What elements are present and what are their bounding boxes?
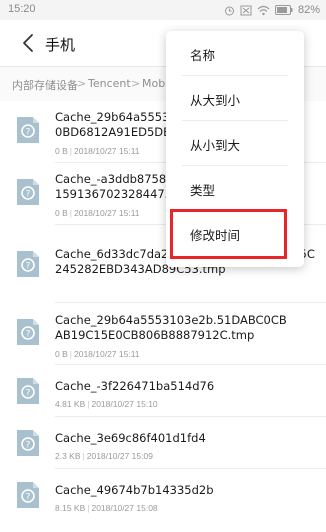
sort-option-size-asc[interactable]: 从小到大 <box>166 121 304 165</box>
alarm-icon <box>224 6 234 15</box>
svg-text:?: ? <box>26 441 31 451</box>
file-size: 0 B <box>55 146 68 156</box>
back-button[interactable] <box>18 31 40 55</box>
file-size: 2.3 KB <box>55 451 81 461</box>
back-arrow-icon <box>23 34 33 52</box>
status-icons: 82% <box>224 2 320 18</box>
meta-separator: | <box>69 349 72 359</box>
meta-separator: | <box>69 146 72 156</box>
file-meta: 4.81 KB | 2018/10/27 15:10 <box>55 399 158 409</box>
svg-text:?: ? <box>26 389 31 399</box>
sort-option-type[interactable]: 类型 <box>166 166 304 210</box>
sort-option-label: 名称 <box>190 48 216 63</box>
file-date: 2018/10/27 15:11 <box>73 349 140 359</box>
sort-option-size-desc[interactable]: 从大到小 <box>166 76 304 120</box>
sort-option-label: 修改时间 <box>190 228 241 243</box>
meta-separator: | <box>82 451 85 461</box>
sort-option-label: 类型 <box>190 183 216 198</box>
file-date: 2018/10/27 15:08 <box>91 503 158 513</box>
sort-option-modified-time[interactable]: 修改时间 <box>166 211 304 255</box>
status-bar: 15:20 82% <box>0 0 326 20</box>
svg-text:?: ? <box>26 493 31 503</box>
sort-option-label: 从小到大 <box>190 138 241 153</box>
page-title: 手机 <box>45 36 76 54</box>
svg-text:?: ? <box>26 128 31 138</box>
file-meta: 8.15 KB | 2018/10/27 15:08 <box>55 503 158 513</box>
status-time: 15:20 <box>8 3 36 15</box>
unknown-file-icon: ? <box>17 117 39 143</box>
sort-option-label: 从大到小 <box>190 93 241 108</box>
file-meta: 2.3 KB | 2018/10/27 15:09 <box>55 451 153 461</box>
file-size: 0 B <box>55 208 68 218</box>
unknown-file-icon: ? <box>17 251 39 277</box>
unknown-file-icon: ? <box>17 179 39 205</box>
unknown-file-icon: ? <box>17 430 39 456</box>
file-name: Cache_3e69c86f401d1fd4 <box>55 431 206 445</box>
unknown-file-icon: ? <box>17 319 39 345</box>
signal-off-icon <box>240 5 252 15</box>
file-row[interactable]: ? Cache_-3f226471ba514d76 4.81 KB | 2018/1… <box>0 365 326 417</box>
file-size: 4.81 KB <box>55 399 86 409</box>
file-row[interactable]: ? Cache_3e69c86f401d1fd4 2.3 KB | 2018/10/… <box>0 417 326 469</box>
svg-text:?: ? <box>26 190 31 200</box>
file-row[interactable]: ? Cache_29b64a5553103e2b.51DABC0CB AB19C… <box>0 303 326 365</box>
unknown-file-icon: ? <box>17 482 39 508</box>
unknown-file-icon: ? <box>17 378 39 404</box>
file-date: 2018/10/27 15:11 <box>73 208 140 218</box>
file-name: Cache_-3f226471ba514d76 <box>55 379 215 393</box>
battery-icon <box>274 5 293 15</box>
file-date: 2018/10/27 15:09 <box>86 451 153 461</box>
file-meta: 0 B | 2018/10/27 15:11 <box>55 208 140 218</box>
file-date: 2018/10/27 15:11 <box>73 146 140 156</box>
file-row[interactable]: ? Cache_49674b7b14335d2b 8.15 KB | 2018/10… <box>0 469 326 521</box>
wifi-icon <box>257 5 270 15</box>
file-meta: 0 B | 2018/10/27 15:11 <box>55 146 140 156</box>
file-name: Cache_49674b7b14335d2b <box>55 483 214 497</box>
file-size: 8.15 KB <box>55 503 86 513</box>
sort-option-name[interactable]: 名称 <box>166 31 304 75</box>
svg-text:?: ? <box>26 330 31 340</box>
battery-percent: 82% <box>297 4 320 16</box>
meta-separator: | <box>87 399 90 409</box>
file-date: 2018/10/27 15:10 <box>91 399 158 409</box>
breadcrumb-separator: > <box>77 77 87 90</box>
sort-menu: 名称 从大到小 从小到大 类型 修改时间 <box>166 31 304 267</box>
meta-separator: | <box>87 503 90 513</box>
meta-separator: | <box>69 208 72 218</box>
svg-text:?: ? <box>26 262 31 272</box>
breadcrumb-item-internal-storage[interactable]: 内部存储设备 <box>12 77 78 93</box>
breadcrumb-item-tencent[interactable]: Tencent <box>88 77 131 90</box>
file-meta: 0 B | 2018/10/27 15:11 <box>55 349 140 359</box>
file-name: Cache_29b64a5553103e2b.51DABC0CB AB19C15… <box>55 313 287 342</box>
breadcrumb-separator: > <box>131 77 141 90</box>
file-size: 0 B <box>55 349 68 359</box>
